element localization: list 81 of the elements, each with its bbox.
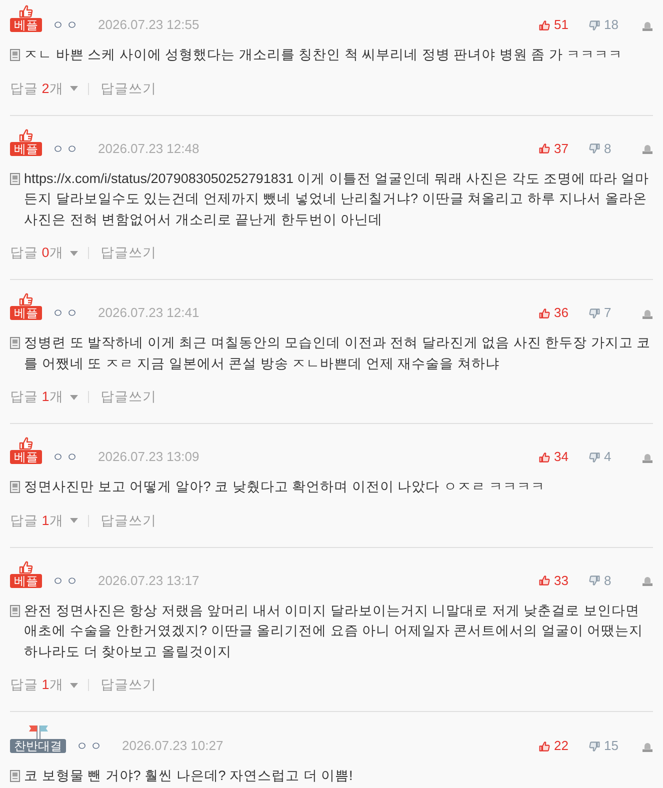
comment-date: 2026.07.23 12:48: [98, 142, 200, 156]
like-button[interactable]: 37: [539, 142, 568, 156]
comment-text: 코 보형물 뺀 거야? 훨씬 나은데? 자연스럽고 더 이쁨!: [24, 767, 354, 785]
dislike-button[interactable]: 7: [589, 306, 612, 320]
caret-icon: [70, 394, 78, 400]
replies-toggle[interactable]: 답글 2개: [10, 80, 78, 96]
like-button[interactable]: 36: [539, 306, 568, 320]
thumbs-up-icon: [19, 560, 33, 574]
comment-date: 2026.07.23 10:27: [122, 739, 224, 753]
author-name: ㅇㅇ: [52, 450, 80, 464]
thumbs-up-icon: [19, 128, 33, 142]
dislike-button[interactable]: 4: [589, 450, 612, 464]
caret-icon: [70, 86, 78, 91]
thumbs-up-icon: [19, 437, 33, 450]
like-button[interactable]: 33: [539, 574, 568, 588]
thumbs-up-icon: [539, 740, 550, 752]
memo-icon: [10, 481, 20, 493]
memo-icon: [10, 337, 20, 349]
write-reply-button[interactable]: 답글쓰기: [100, 389, 156, 405]
comment-text: https://x.com/i/status/2079083050252791831 이게 이틀전 얼굴인데 뭐래 사진은 각도 조명에 따라 얼마든지 달라보일수도 있는건데 언제까지 뺐네 넣었네 난리칠거냐? 이딴글 쳐올리고 하루 지나서 올라온 사진은 전혀 변함없어서 개소리로 끝난게 한두번이 아닌데: [24, 170, 650, 228]
author-name: ㅇㅇ: [76, 739, 104, 753]
siren-icon[interactable]: [642, 308, 653, 318]
thumbs-down-icon: [589, 575, 600, 586]
caret-icon: [70, 682, 78, 688]
author-name: ㅇㅇ: [52, 142, 80, 156]
thumbs-up-icon: [539, 143, 550, 154]
write-reply-button[interactable]: 답글쓰기: [100, 677, 156, 693]
comment-date: 2026.07.23 12:41: [98, 306, 200, 320]
author-name: ㅇㅇ: [52, 18, 80, 32]
caret-icon: [70, 518, 78, 523]
thumbs-up-icon: [539, 308, 550, 318]
thumbs-down-icon: [589, 143, 600, 154]
like-button[interactable]: 22: [539, 739, 568, 753]
replies-toggle[interactable]: 답글 1개: [10, 512, 78, 528]
best-comment-badge: 베플: [10, 574, 42, 588]
siren-icon[interactable]: [642, 740, 653, 752]
best-comment-badge: 베플: [10, 142, 42, 156]
flags-icon: [27, 725, 49, 739]
memo-icon: [10, 770, 20, 782]
debate-badge: 찬반대결: [10, 739, 66, 753]
best-comment-badge: 베플: [10, 450, 42, 464]
memo-icon: [10, 172, 20, 184]
memo-icon: [10, 49, 20, 61]
replies-toggle[interactable]: 답글 1개: [10, 677, 78, 693]
siren-icon[interactable]: [642, 452, 653, 462]
thumbs-down-icon: [589, 740, 600, 752]
comment-text: 정면사진만 보고 어떻게 알아? 코 낮췄다고 확언하며 이전이 나았다 ㅇㅈㄹ ㅋㅋㅋㅋ: [24, 478, 546, 496]
replies-toggle[interactable]: 답글 1개: [10, 389, 78, 405]
like-button[interactable]: 51: [539, 18, 568, 32]
siren-icon[interactable]: [642, 575, 653, 586]
dislike-button[interactable]: 15: [589, 739, 618, 753]
caret-icon: [70, 250, 78, 256]
dislike-button[interactable]: 8: [589, 142, 612, 156]
thumbs-down-icon: [589, 452, 600, 462]
dislike-button[interactable]: 8: [589, 574, 612, 588]
thumbs-down-icon: [589, 20, 600, 30]
comment-date: 2026.07.23 12:55: [98, 18, 200, 32]
thumbs-up-icon: [19, 293, 33, 306]
memo-icon: [10, 604, 20, 616]
write-reply-button[interactable]: 답글쓰기: [100, 245, 156, 261]
thumbs-up-icon: [539, 575, 550, 586]
comment-date: 2026.07.23 13:09: [98, 450, 200, 464]
replies-toggle[interactable]: 답글 0개: [10, 245, 78, 261]
best-comment-badge: 베플: [10, 306, 42, 320]
siren-icon[interactable]: [642, 143, 653, 154]
best-comment-badge: 베플: [10, 18, 42, 32]
comment-text: 완전 정면사진은 항상 저랬음 앞머리 내서 이미지 달라보이는거지 니말대로 저게 낮춘걸로 보인다면 애초에 수술을 안한거였겠지? 이딴글 올리기전에 요즘 아니 어제일자 콘서트에서의 얼굴이 어땠는지 하나라도 더 찾아보고 올릴것이지: [24, 602, 644, 660]
thumbs-up-icon: [539, 452, 550, 462]
author-name: ㅇㅇ: [52, 306, 80, 320]
thumbs-up-icon: [539, 20, 550, 30]
siren-icon[interactable]: [642, 20, 653, 30]
comment-date: 2026.07.23 13:17: [98, 574, 200, 588]
write-reply-button[interactable]: 답글쓰기: [100, 512, 156, 528]
like-button[interactable]: 34: [539, 450, 568, 464]
thumbs-down-icon: [589, 308, 600, 318]
comment-text: 정병련 또 발작하네 이게 최근 며칠동안의 모습인데 이전과 전혀 달라진게 없음 사진 한두장 가지고 코를 어쨌네 또 ㅈㄹ 지금 일본에서 콘설 방송 ㅈㄴ바쁜데 언제 재수술을 쳐하냐: [24, 334, 652, 372]
comment-text: ㅈㄴ 바쁜 스케 사이에 성형했다는 개소리를 칭찬인 척 씨부리네 정병 판녀야 병원 좀 가 ㅋㅋㅋㅋ: [24, 46, 624, 64]
thumbs-up-icon: [19, 5, 33, 18]
write-reply-button[interactable]: 답글쓰기: [100, 80, 156, 96]
dislike-button[interactable]: 18: [589, 18, 618, 32]
author-name: ㅇㅇ: [52, 574, 80, 588]
